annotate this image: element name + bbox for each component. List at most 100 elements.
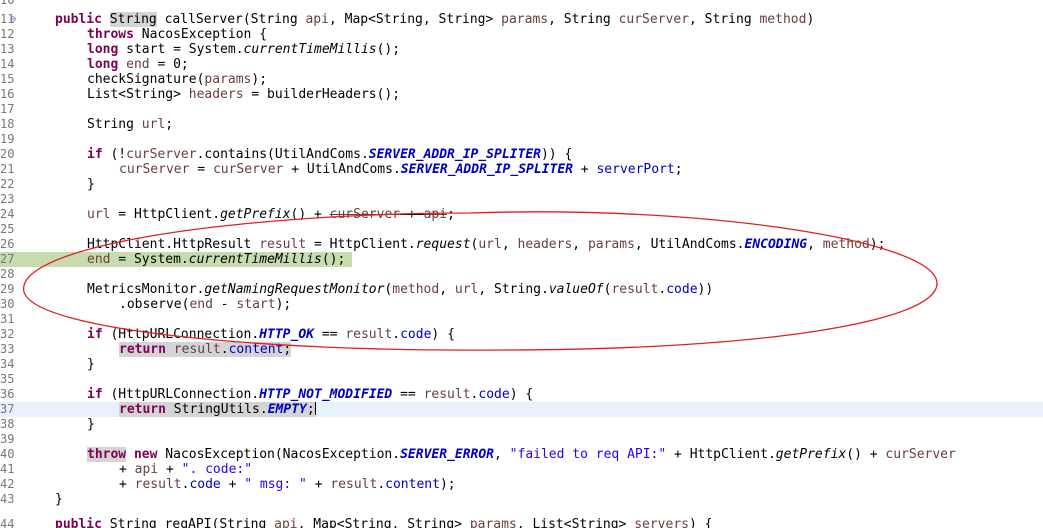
code-line[interactable]: 18 String url;: [0, 117, 1043, 132]
param: curServer: [119, 162, 190, 177]
code-line[interactable]: 25: [0, 222, 1043, 237]
line-number: 37: [0, 402, 15, 416]
code-text: = HttpClient.: [110, 207, 221, 222]
code-line[interactable]: 41 + api + ". code:": [0, 462, 1043, 477]
line-number: 17: [0, 102, 15, 116]
code-text: String: [87, 117, 142, 132]
code-line[interactable]: 12 throws NacosException {: [0, 27, 1043, 42]
code-text: .observe(: [119, 297, 190, 312]
static-field: SERVER_ADDR_IP_SPLITER: [368, 147, 541, 162]
code-line[interactable]: 14 long end = 0;: [0, 57, 1043, 72]
line-number: 14: [0, 57, 15, 71]
line-number: 41: [0, 462, 15, 476]
code-text: +: [306, 477, 331, 492]
code-line[interactable]: 29 MetricsMonitor.getNamingRequestMonito…: [0, 282, 1043, 297]
code-line[interactable]: 30 .observe(end - start);: [0, 297, 1043, 312]
code-line[interactable]: 44 public String reqAPI(String api, Map<…: [0, 517, 1043, 528]
param: curServer: [885, 447, 956, 462]
code-text: () +: [846, 447, 886, 462]
field: content: [228, 342, 284, 357]
code-line[interactable]: 32 if (HttpURLConnection.HTTP_OK == resu…: [0, 327, 1043, 342]
code-line[interactable]: 20 if (!curServer.contains(UtilAndComs.S…: [0, 147, 1043, 162]
static-method: request: [415, 237, 471, 252]
line-number: 44: [0, 517, 15, 528]
local-variable: result: [259, 237, 307, 252]
line-number: 38: [0, 417, 15, 431]
code-line[interactable]: 23: [0, 192, 1043, 207]
code-line[interactable]: 42 + result.code + " msg: " + result.con…: [0, 477, 1043, 492]
line-number: 30: [0, 297, 15, 311]
local-variable: result: [173, 342, 221, 357]
code-line[interactable]: 38 }: [0, 417, 1043, 432]
code-line[interactable]: 36 if (HttpURLConnection.HTTP_NOT_MODIFI…: [0, 387, 1043, 402]
code-text: }: [87, 177, 95, 192]
line-number: 10: [0, 0, 15, 7]
code-line[interactable]: 26 HttpClient.HttpResult result = HttpCl…: [0, 237, 1043, 252]
code-line[interactable]: 35: [0, 372, 1043, 387]
code-text: ;: [165, 117, 174, 132]
code-line[interactable]: 17: [0, 102, 1043, 117]
collapse-fold-icon[interactable]: ⊖: [10, 12, 20, 27]
code-text: (!: [102, 147, 127, 162]
code-text: ,: [501, 237, 518, 252]
code-text: ();: [376, 42, 401, 57]
line-number: 22: [0, 177, 15, 191]
code-line-current[interactable]: 37 return StringUtils.EMPTY;: [0, 402, 1043, 417]
code-text: ;: [306, 402, 315, 417]
code-text: =: [189, 162, 213, 177]
code-text: ==: [392, 387, 424, 402]
line-number: 21: [0, 162, 15, 176]
line-number: 36: [0, 387, 15, 401]
param: api: [423, 207, 448, 222]
code-line[interactable]: 11 ⊖ public String callServer(String api…: [0, 12, 1043, 27]
static-field: SERVER_ERROR: [400, 447, 495, 462]
static-method: currentTimeMillis: [188, 252, 322, 267]
field: code: [666, 282, 698, 297]
static-method: getPrefix: [220, 207, 291, 222]
local-variable: result: [611, 282, 659, 297]
code-text: List<String>: [87, 87, 189, 102]
line-number: 28: [0, 267, 15, 281]
code-text: () +: [290, 207, 330, 222]
code-line[interactable]: 16 List<String> headers = builderHeaders…: [0, 87, 1043, 102]
code-text: NacosException(NacosException.: [157, 447, 401, 462]
code-line[interactable]: 24 url = HttpClient.getPrefix() + curSer…: [0, 207, 1043, 222]
code-line[interactable]: 40 throw new NacosException(NacosExcepti…: [0, 447, 1043, 462]
static-method: getPrefix: [775, 447, 847, 462]
code-line[interactable]: 28: [0, 267, 1043, 282]
line-number: 35: [0, 372, 15, 386]
code-text: .contains(UtilAndComs.: [196, 147, 369, 162]
code-line-highlighted[interactable]: 27 end = System.currentTimeMillis();: [0, 252, 1043, 267]
code-line[interactable]: 22 }: [0, 177, 1043, 192]
code-line[interactable]: 13 long start = System.currentTimeMillis…: [0, 42, 1043, 57]
code-text: callServer(String: [156, 12, 306, 27]
code-line[interactable]: 43 }: [0, 492, 1043, 507]
code-line[interactable]: 21 curServer = curServer + UtilAndComs.S…: [0, 162, 1043, 177]
keyword: return: [119, 402, 166, 417]
code-text: )): [697, 282, 714, 297]
local-variable: headers: [188, 87, 244, 102]
code-text: + HttpClient.: [666, 447, 776, 462]
static-method: getNamingRequestMonitor: [204, 282, 385, 297]
code-line[interactable]: 34 }: [0, 357, 1043, 372]
code-text: NacosException {: [133, 27, 268, 42]
code-editor[interactable]: 10 11 ⊖ public String callServer(String …: [0, 0, 1043, 528]
keyword: new: [133, 447, 158, 462]
line-number: 29: [0, 282, 15, 296]
local-variable: result: [330, 477, 378, 492]
code-text: ,: [494, 447, 510, 462]
code-text: String reqAPI(String: [101, 517, 275, 528]
code-line[interactable]: 31: [0, 312, 1043, 327]
code-line[interactable]: 19: [0, 132, 1043, 147]
code-text: ,: [807, 237, 823, 252]
code-line[interactable]: 10: [0, 0, 1043, 8]
code-line[interactable]: 39: [0, 432, 1043, 447]
code-line[interactable]: 15 checkSignature(params);: [0, 72, 1043, 87]
local-variable: url: [454, 282, 479, 297]
local-variable: headers: [517, 237, 573, 252]
code-text: +: [220, 477, 245, 492]
code-text: , Map<String, String>: [297, 517, 470, 528]
line-number: 20: [0, 147, 15, 161]
line-number: 16: [0, 87, 15, 101]
code-line[interactable]: 33 return result.content;: [0, 342, 1043, 357]
